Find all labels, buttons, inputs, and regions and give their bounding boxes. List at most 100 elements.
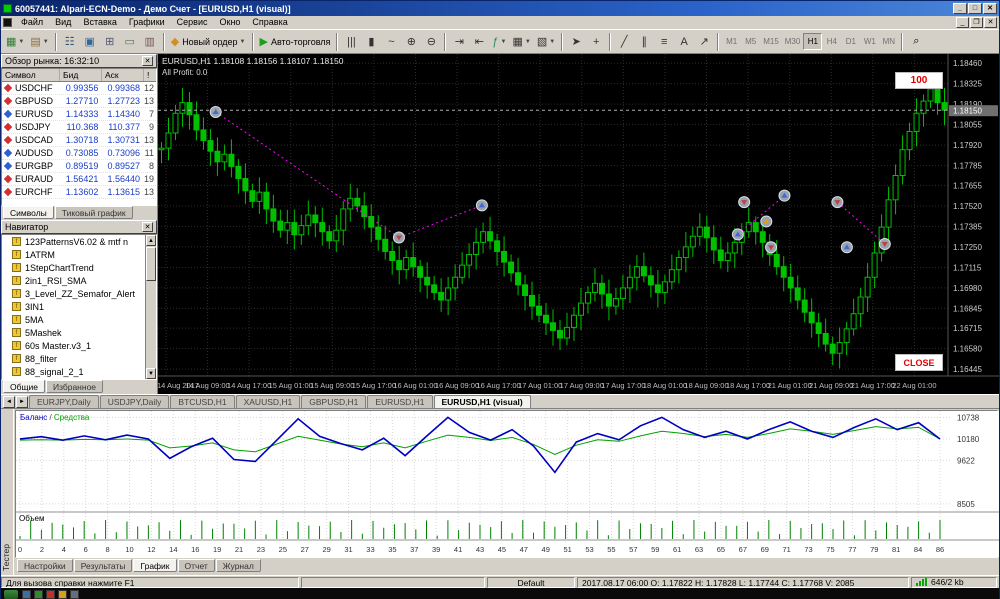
autotrading-button[interactable]: ▶ Авто-торговля xyxy=(256,32,334,51)
market-watch-row[interactable]: EURAUD 1.56421 1.56440 19 xyxy=(2,173,156,186)
chart-tab[interactable]: EURUSD,H1 (visual) xyxy=(433,395,531,408)
zoom-in-button[interactable]: ⊕ xyxy=(401,32,422,51)
navigator-item[interactable]: f[GoodTrading.ru]Authoriz xyxy=(2,378,156,379)
market-watch-close-icon[interactable]: ✕ xyxy=(142,56,153,66)
text-button[interactable]: A xyxy=(674,32,695,51)
tester-tab-результаты[interactable]: Результаты xyxy=(73,559,133,572)
tester-tab-настройки[interactable]: Настройки xyxy=(17,559,73,572)
chart-window-icon[interactable] xyxy=(3,18,12,27)
navigator-item[interactable]: f 1ATRM xyxy=(2,248,156,261)
chart-tab[interactable]: BTCUSD,H1 xyxy=(170,395,235,408)
auto-scroll-button[interactable]: ⇥ xyxy=(449,32,470,51)
column-bid[interactable]: Бид xyxy=(60,69,102,81)
menu-item-файл[interactable]: Файл xyxy=(15,17,49,27)
menu-item-сервис[interactable]: Сервис xyxy=(171,17,214,27)
column-spread[interactable]: ! xyxy=(144,69,156,81)
chart-tab[interactable]: USDJPY,Daily xyxy=(99,395,170,408)
tab-тиковый-график[interactable]: Тиковый график xyxy=(54,206,133,219)
mdi-restore-button[interactable]: ❐ xyxy=(970,17,983,28)
tester-tab-журнал[interactable]: Журнал xyxy=(215,559,261,572)
market-watch-toggle[interactable]: ☷ xyxy=(59,32,80,51)
navigator-scrollbar[interactable]: ▲ ▼ xyxy=(145,235,156,379)
navigator-close-icon[interactable]: ✕ xyxy=(142,222,153,232)
timeframe-button-h1[interactable]: H1 xyxy=(803,33,823,50)
tab-scroll-right-icon[interactable]: ► xyxy=(16,396,28,408)
crosshair-button[interactable]: + xyxy=(586,32,607,51)
cursor-button[interactable]: ➤ xyxy=(566,32,587,51)
trendline-button[interactable]: ╱ xyxy=(614,32,635,51)
scrollbar-thumb[interactable] xyxy=(146,247,156,281)
navigator-item[interactable]: f 1StepChartTrend xyxy=(2,261,156,274)
new-chart-button[interactable]: ▦ ▼ xyxy=(3,32,28,51)
navigator-toggle[interactable]: ⊞ xyxy=(99,32,120,51)
timeframe-button-d1[interactable]: D1 xyxy=(841,33,861,50)
menu-item-графики[interactable]: Графики xyxy=(123,17,171,27)
column-ask[interactable]: Аск xyxy=(102,69,144,81)
candles-chart-button[interactable]: ▮ xyxy=(361,32,382,51)
search-button[interactable]: ⌕ xyxy=(906,32,927,51)
navigator-item[interactable]: f 123PatternsV6.02 & mtf n xyxy=(2,235,156,248)
market-watch-row[interactable]: USDCAD 1.30718 1.30731 13 xyxy=(2,134,156,147)
chart-tab[interactable]: EURJPY,Daily xyxy=(29,395,99,408)
tab-избранное[interactable]: Избранное xyxy=(45,380,104,393)
market-watch-row[interactable]: AUDUSD 0.73085 0.73096 11 xyxy=(2,147,156,160)
lot-size-label[interactable]: 100 xyxy=(895,72,943,89)
chart-tab[interactable]: EURUSD,H1 xyxy=(367,395,433,408)
navigator-item[interactable]: f 3_Level_ZZ_Semafor_Alert xyxy=(2,287,156,300)
timeframe-button-m5[interactable]: M5 xyxy=(741,33,761,50)
market-watch-row[interactable]: EURGBP 0.89519 0.89527 8 xyxy=(2,160,156,173)
tester-tab-график[interactable]: График xyxy=(133,559,177,572)
market-watch-row[interactable]: USDJPY 110.368 110.377 9 xyxy=(2,121,156,134)
tester-tab-отчет[interactable]: Отчет xyxy=(177,559,215,572)
new-order-button[interactable]: ◆ Новый ордер ▼ xyxy=(167,32,249,51)
market-watch-row[interactable]: EURUSD 1.14333 1.14340 7 xyxy=(2,108,156,121)
fibonacci-button[interactable]: ≡ xyxy=(654,32,675,51)
mdi-minimize-button[interactable]: _ xyxy=(956,17,969,28)
mdi-close-button[interactable]: ✕ xyxy=(984,17,997,28)
zoom-out-button[interactable]: ⊖ xyxy=(421,32,442,51)
navigator-item[interactable]: f 5MA xyxy=(2,313,156,326)
channel-button[interactable]: ∥ xyxy=(634,32,655,51)
templates-button[interactable]: ▧ ▼ xyxy=(533,32,559,51)
profiles-button[interactable]: ▤ ▼ xyxy=(27,32,52,51)
close-trade-button[interactable]: CLOSE xyxy=(895,354,943,371)
menu-item-вставка[interactable]: Вставка xyxy=(77,17,122,27)
taskbar-icon-5[interactable] xyxy=(70,589,79,599)
timeframe-button-m30[interactable]: M30 xyxy=(781,33,804,50)
timeframe-button-mn[interactable]: MN xyxy=(879,33,899,50)
arrows-button[interactable]: ↗ xyxy=(694,32,715,51)
tester-graph-area[interactable]: Баланс / Средства Объем 10738 10180 9622 850… xyxy=(15,410,999,558)
strategy-tester-toggle[interactable]: ▥ xyxy=(139,32,160,51)
tab-символы[interactable]: Символы xyxy=(3,206,54,219)
navigator-item[interactable]: f 3IN1 xyxy=(2,300,156,313)
minimize-button[interactable]: _ xyxy=(953,3,967,14)
maximize-button[interactable]: □ xyxy=(968,3,982,14)
scroll-up-icon[interactable]: ▲ xyxy=(146,235,156,246)
data-window-toggle[interactable]: ▣ xyxy=(79,32,100,51)
menu-item-вид[interactable]: Вид xyxy=(49,17,77,27)
menu-item-окно[interactable]: Окно xyxy=(214,17,247,27)
navigator-item[interactable]: f 5Mashek xyxy=(2,326,156,339)
line-chart-button[interactable]: ~ xyxy=(381,32,402,51)
chart-tab[interactable]: XAUUSD,H1 xyxy=(235,395,301,408)
chart-tab[interactable]: GBPUSD,H1 xyxy=(301,395,367,408)
indicators-button[interactable]: ƒ ▼ xyxy=(489,32,510,51)
price-chart-canvas[interactable]: 1.184601.183251.181901.180551.179201.177… xyxy=(157,54,999,394)
bars-chart-button[interactable]: ||| xyxy=(341,32,362,51)
navigator-item[interactable]: f 2in1_RSI_SMA xyxy=(2,274,156,287)
navigator-item[interactable]: f 60s Master.v3_1 xyxy=(2,339,156,352)
taskbar-icon-4[interactable] xyxy=(58,589,67,599)
timeframe-button-h4[interactable]: H4 xyxy=(822,33,842,50)
market-watch-row[interactable]: USDCHF 0.99356 0.99368 12 xyxy=(2,82,156,95)
chart-shift-button[interactable]: ⇤ xyxy=(469,32,490,51)
tester-chart-canvas[interactable]: Объем 10738 10180 9622 8505 0 2 4 6 8 10 12 14 16 19 21… xyxy=(16,411,999,557)
start-button[interactable] xyxy=(4,589,18,599)
chart-area[interactable]: EURUSD,H1 1.18108 1.18156 1.18107 1.1815… xyxy=(157,54,999,394)
close-button[interactable]: ✕ xyxy=(983,3,997,14)
market-watch-row[interactable]: GBPUSD 1.27710 1.27723 13 xyxy=(2,95,156,108)
taskbar-icon-1[interactable] xyxy=(22,589,31,599)
periods-button[interactable]: ▦ ▼ xyxy=(509,32,534,51)
timeframe-button-m1[interactable]: M1 xyxy=(722,33,742,50)
status-profile[interactable]: Default xyxy=(487,576,575,588)
timeframe-button-m15[interactable]: M15 xyxy=(760,33,782,50)
